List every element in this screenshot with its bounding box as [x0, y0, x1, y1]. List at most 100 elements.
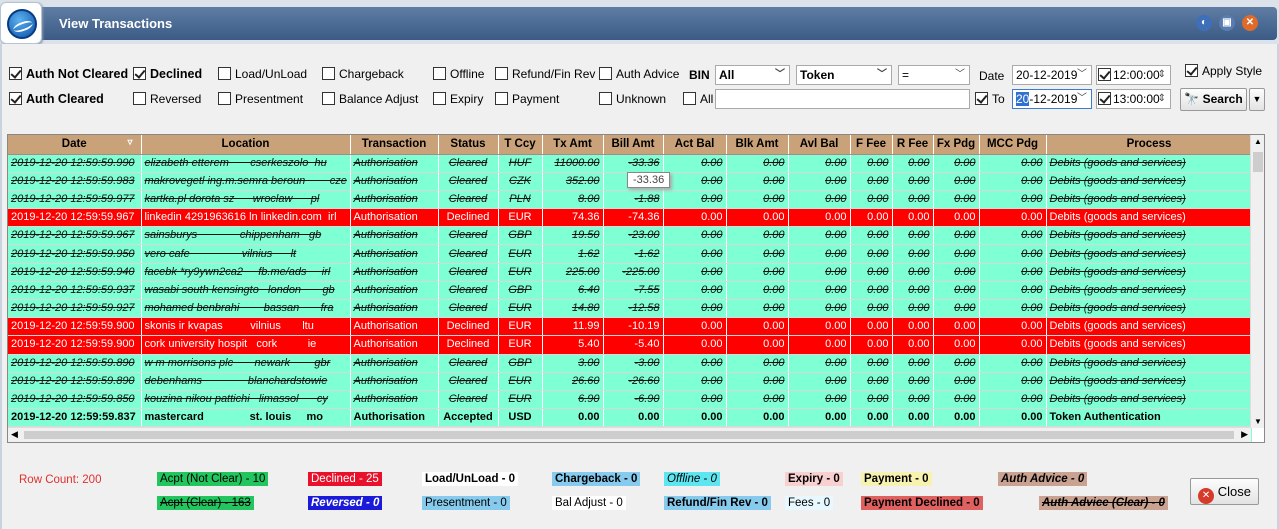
table-cell: Cleared: [438, 244, 499, 264]
table-row[interactable]: 2019-12-20 12:59:59.837 mastercard st. lo…: [8, 408, 1253, 428]
load-unload-checkbox[interactable]: Load/UnLoad: [218, 67, 307, 81]
search-button[interactable]: 🔭 Search: [1180, 88, 1247, 111]
table-cell: 0.00: [892, 408, 934, 428]
close-window-icon[interactable]: ✕: [1242, 15, 1258, 31]
legend-chargeback[interactable]: Chargeback - 0: [552, 472, 641, 486]
legend-load-unload[interactable]: Load/UnLoad - 0: [422, 472, 519, 486]
minimize-icon[interactable]: ◐: [1196, 15, 1212, 31]
table-row[interactable]: 2019-12-20 12:59:59.890 w m morrisons plc…: [8, 354, 1253, 373]
balance-adjust-checkbox[interactable]: Balance Adjust: [322, 92, 418, 106]
table-cell: Debits (goods and services): [1046, 299, 1253, 319]
table-row[interactable]: 2019-12-20 12:59:59.950 vero cafe vilnius…: [8, 244, 1253, 264]
table-row[interactable]: 2019-12-20 12:59:59.900 cork university h…: [8, 335, 1253, 355]
column-header[interactable]: Fx Pdg: [933, 135, 980, 155]
legend-offline[interactable]: Offline - 0: [664, 472, 720, 486]
operator-select[interactable]: = ﹀: [898, 65, 970, 85]
filter-icon[interactable]: ▿: [127, 137, 132, 148]
presentment-checkbox[interactable]: Presentment: [218, 92, 303, 106]
column-header[interactable]: Tx Amt: [542, 135, 604, 155]
auth-advice-label: Auth Advice: [616, 67, 680, 81]
table-cell: 0.00: [933, 226, 980, 246]
legend-declined[interactable]: Declined - 25: [308, 472, 382, 486]
legend-refund[interactable]: Refund/Fin Rev - 0: [664, 496, 771, 510]
column-header[interactable]: Bill Amt: [603, 135, 664, 155]
all-checkbox[interactable]: All: [683, 92, 713, 106]
to-checkbox[interactable]: To: [975, 92, 1005, 106]
table-row[interactable]: 2019-12-20 12:59:59.850 kouzina nikou pat…: [8, 390, 1253, 410]
table-cell: 0.00: [892, 390, 934, 410]
reversed-checkbox[interactable]: Reversed: [133, 92, 201, 106]
table-cell: 2019-12-20 12:59:59.950: [8, 244, 142, 264]
table-row[interactable]: 2019-12-20 12:59:59.900 skonis ir kvapas …: [8, 317, 1253, 337]
expiry-checkbox[interactable]: Expiry: [433, 92, 483, 106]
date-to-picker[interactable]: 20-12-2019 ﹀: [1012, 89, 1092, 109]
vertical-scrollbar[interactable]: ▲ ▼: [1250, 135, 1264, 428]
legend-fees[interactable]: Fees - 0: [785, 496, 834, 510]
column-header[interactable]: F Fee: [850, 135, 893, 155]
legend-presentment[interactable]: Presentment - 0: [422, 496, 510, 510]
table-cell: 0.00: [979, 335, 1047, 355]
column-header[interactable]: Avl Bal: [788, 135, 851, 155]
column-header[interactable]: Act Bal: [663, 135, 727, 155]
auth-advice-checkbox[interactable]: Auth Advice: [599, 67, 679, 81]
column-header[interactable]: Process: [1046, 135, 1253, 155]
table-row[interactable]: 2019-12-20 12:59:59.927 mohamed benbrahi …: [8, 299, 1253, 319]
table-row[interactable]: 2019-12-20 12:59:59.967 linkedin 42919636…: [8, 208, 1253, 228]
offline-checkbox[interactable]: Offline: [433, 67, 484, 81]
column-header[interactable]: MCC Pdg: [979, 135, 1047, 155]
time-from-picker[interactable]: 12:00:00 ⇕: [1096, 65, 1171, 85]
balance-adjust-label: Balance Adjust: [339, 92, 419, 106]
table-cell: Debits (goods and services): [1046, 190, 1253, 210]
legend-auth-advice[interactable]: Auth Advice - 0: [998, 472, 1088, 486]
payment-checkbox[interactable]: Payment: [495, 92, 559, 106]
legend-bal-adjust[interactable]: Bal Adjust - 0: [552, 496, 626, 510]
token-select[interactable]: Token ﹀: [796, 65, 892, 85]
column-header[interactable]: Status: [438, 135, 499, 155]
table-cell: 3.00: [542, 354, 604, 373]
column-header[interactable]: R Fee: [892, 135, 934, 155]
search-options-dropdown[interactable]: ▼: [1249, 88, 1265, 111]
table-cell: 0.00: [663, 226, 727, 246]
table-cell: 0.00: [933, 372, 980, 391]
column-header[interactable]: Location: [141, 135, 351, 155]
checkbox-icon: [599, 92, 612, 105]
column-header[interactable]: Transaction: [350, 135, 439, 155]
apply-style-checkbox[interactable]: Apply Style: [1185, 64, 1262, 78]
close-button[interactable]: ✕ Close: [1190, 478, 1259, 505]
search-text-input[interactable]: [715, 89, 970, 109]
legend-payment[interactable]: Payment - 0: [861, 472, 932, 486]
chargeback-checkbox[interactable]: Chargeback: [322, 67, 404, 81]
unknown-checkbox[interactable]: Unknown: [599, 92, 666, 106]
legend-payment-declined[interactable]: Payment Declined - 0: [861, 496, 983, 510]
legend-reversed[interactable]: Reversed - 0: [308, 496, 383, 510]
auth-cleared-checkbox[interactable]: Auth Cleared: [9, 92, 104, 106]
restore-icon[interactable]: ▣: [1219, 15, 1235, 31]
table-cell: 0.00: [663, 154, 727, 173]
table-row[interactable]: 2019-12-20 12:59:59.967 sainsburys chippe…: [8, 226, 1253, 246]
legend-acpt-not-clear[interactable]: Acpt (Not Clear) - 10: [157, 472, 269, 486]
date-from-picker[interactable]: 20-12-2019 ﹀: [1012, 65, 1092, 85]
table-cell: 0.00: [892, 154, 934, 173]
table-cell: 0.00: [603, 408, 664, 428]
legend-expiry[interactable]: Expiry - 0: [785, 472, 843, 486]
column-header[interactable]: Blk Amt: [726, 135, 789, 155]
table-cell: 0.00: [788, 244, 851, 264]
table-cell: Declined: [438, 317, 499, 337]
legend-acpt-clear[interactable]: Acpt (Clear) - 163: [157, 496, 254, 510]
column-header[interactable]: T Ccy: [498, 135, 543, 155]
legend-auth-advice-clear[interactable]: Auth Advice (Clear) - 0: [1039, 496, 1168, 510]
table-row[interactable]: 2019-12-20 12:59:59.977 kartka.pl dorota …: [8, 190, 1253, 210]
auth-not-cleared-checkbox[interactable]: Auth Not Cleared: [9, 67, 128, 81]
column-header[interactable]: Date ▿: [8, 135, 142, 155]
table-row[interactable]: 2019-12-20 12:59:59.937 wasabi south kens…: [8, 281, 1253, 301]
time-to-picker[interactable]: 13:00:00 ⇕: [1096, 89, 1171, 109]
bin-select[interactable]: All ﹀: [715, 65, 790, 85]
declined-checkbox[interactable]: Declined: [133, 67, 202, 81]
table-row[interactable]: 2019-12-20 12:59:59.890 debenhams blancha…: [8, 372, 1253, 391]
horizontal-scrollbar[interactable]: ◀ ▶: [8, 427, 1251, 442]
refund-checkbox[interactable]: Refund/Fin Rev: [495, 67, 595, 81]
table-row[interactable]: 2019-12-20 12:59:59.940 facebk *ry9ywn2ca…: [8, 263, 1253, 282]
all-label: All: [700, 92, 714, 106]
date-from-value: 20-12-2019: [1016, 68, 1078, 82]
table-row[interactable]: 2019-12-20 12:59:59.990 elizabeth etterem…: [8, 154, 1253, 173]
